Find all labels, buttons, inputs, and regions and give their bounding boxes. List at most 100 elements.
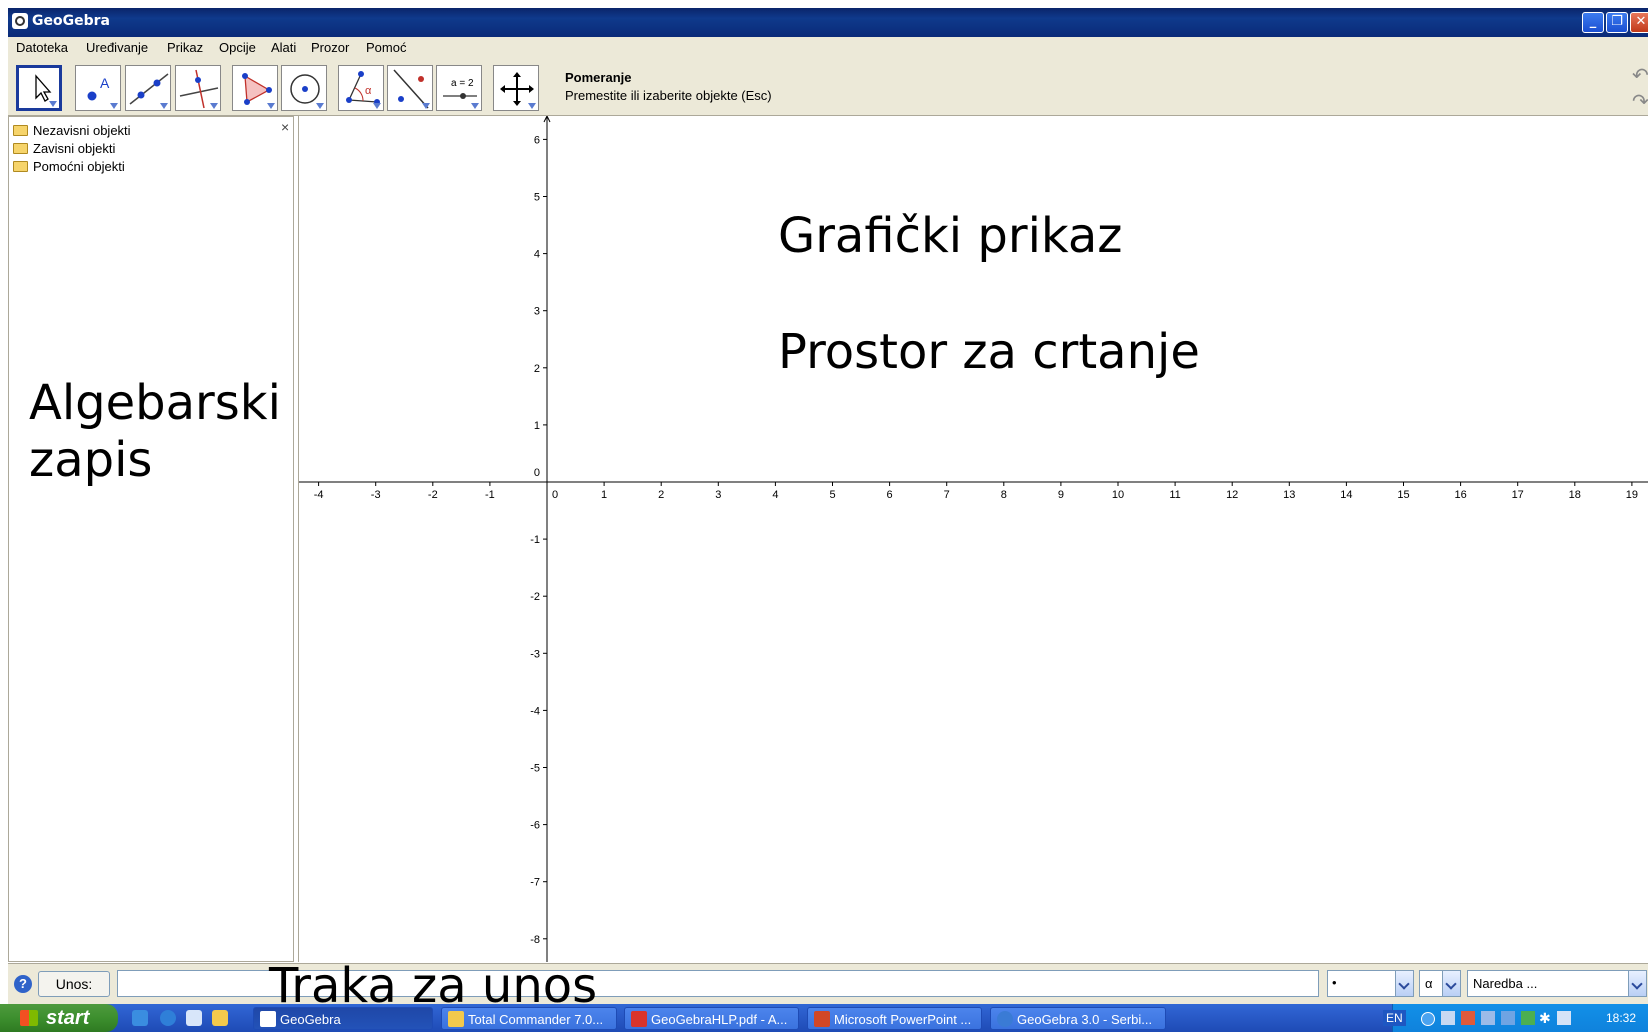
toolbar: A α a = 2 ↶ ↷ bbox=[8, 59, 1648, 116]
menu-datoteka[interactable]: Datoteka bbox=[16, 40, 68, 55]
y-tick-label: 2 bbox=[534, 363, 540, 375]
folder-auxiliary-objects[interactable]: Pomoćni objekti bbox=[13, 159, 125, 174]
help-icon[interactable]: ? bbox=[14, 975, 32, 993]
x-tick-label: 19 bbox=[1626, 489, 1638, 501]
y-tick-label: -1 bbox=[530, 534, 540, 546]
security-icon[interactable] bbox=[1557, 1011, 1571, 1025]
svg-text:α: α bbox=[365, 85, 372, 97]
close-algebra-view-icon[interactable]: × bbox=[281, 119, 289, 135]
internet-explorer-icon[interactable] bbox=[160, 1010, 176, 1026]
menu-alati[interactable]: Alati bbox=[271, 40, 296, 55]
x-tick-label: -3 bbox=[371, 489, 381, 501]
x-tick-label: -2 bbox=[428, 489, 438, 501]
new-point-tool[interactable]: A bbox=[75, 65, 121, 111]
menu-pomoc[interactable]: Pomoć bbox=[366, 40, 406, 55]
svg-text:A: A bbox=[100, 75, 110, 91]
lightning-quicklaunch-icon[interactable] bbox=[212, 1010, 228, 1026]
redo-icon[interactable]: ↷ bbox=[1632, 92, 1648, 112]
slider-tool-label: a = 2 bbox=[451, 78, 474, 89]
menu-prikaz[interactable]: Prikaz bbox=[167, 40, 203, 55]
language-indicator[interactable]: EN bbox=[1383, 1010, 1406, 1026]
network-icon[interactable] bbox=[1441, 1011, 1455, 1025]
menu-uredjivanje[interactable]: Uređivanje bbox=[86, 40, 148, 55]
undo-icon[interactable]: ↶ bbox=[1632, 66, 1648, 86]
x-tick-label: 18 bbox=[1569, 489, 1581, 501]
chevron-down-icon[interactable] bbox=[1628, 971, 1646, 996]
folder-independent-objects[interactable]: Nezavisni objekti bbox=[13, 123, 131, 138]
y-tick-label: 5 bbox=[534, 192, 540, 204]
minimize-button[interactable]: _ bbox=[1582, 12, 1604, 33]
y-tick-label: 6 bbox=[534, 134, 540, 146]
folder-icon bbox=[13, 143, 28, 154]
save-quicklaunch-icon[interactable] bbox=[186, 1010, 202, 1026]
folder-dependent-objects[interactable]: Zavisni objekti bbox=[13, 141, 115, 156]
task-geogebra[interactable]: GeoGebra bbox=[253, 1007, 433, 1030]
monitor-icon[interactable] bbox=[1481, 1011, 1495, 1025]
title-bar: GeoGebra _ ❐ ✕ bbox=[8, 8, 1648, 37]
task-powerpoint[interactable]: Microsoft PowerPoint ... bbox=[807, 1007, 982, 1030]
bluetooth-icon[interactable]: ✱ bbox=[1539, 1010, 1551, 1027]
algebra-view-label: Algebarski zapis bbox=[29, 375, 281, 488]
drawing-area-label: Prostor za crtanje bbox=[778, 324, 1200, 380]
chevron-down-icon[interactable] bbox=[1395, 971, 1413, 996]
close-button[interactable]: ✕ bbox=[1630, 12, 1648, 33]
x-tick-label: 14 bbox=[1340, 489, 1352, 501]
slider-tool[interactable]: a = 2 bbox=[436, 65, 482, 111]
x-tick-label: 0 bbox=[552, 489, 558, 501]
x-tick-label: 3 bbox=[715, 489, 721, 501]
expand-tray-icon[interactable] bbox=[1421, 1012, 1435, 1026]
reflect-tool[interactable] bbox=[387, 65, 433, 111]
move-view-tool[interactable] bbox=[493, 65, 539, 111]
polygon-tool[interactable] bbox=[232, 65, 278, 111]
x-tick-label: 6 bbox=[887, 489, 893, 501]
windows-logo-icon bbox=[20, 1010, 38, 1026]
perpendicular-line-tool[interactable] bbox=[175, 65, 221, 111]
x-tick-label: 5 bbox=[829, 489, 835, 501]
clock: 18:32 bbox=[1606, 1011, 1637, 1025]
total-commander-icon bbox=[448, 1011, 464, 1027]
y-tick-label: 4 bbox=[534, 249, 540, 261]
x-tick-label: 12 bbox=[1226, 489, 1238, 501]
angle-tool[interactable]: α bbox=[338, 65, 384, 111]
command-combo[interactable]: Naredba ... bbox=[1467, 970, 1647, 997]
symbol-combo[interactable]: • bbox=[1327, 970, 1414, 997]
y-tick-label: -7 bbox=[530, 877, 540, 889]
x-tick-label: 7 bbox=[944, 489, 950, 501]
greek-letter-combo[interactable]: α bbox=[1419, 970, 1461, 997]
geogebra-app-icon bbox=[12, 13, 28, 29]
y-tick-label: -3 bbox=[530, 648, 540, 660]
menu-prozor[interactable]: Prozor bbox=[311, 40, 349, 55]
circle-tool[interactable] bbox=[281, 65, 327, 111]
x-tick-label: 10 bbox=[1112, 489, 1124, 501]
y-tick-label: -4 bbox=[530, 705, 540, 717]
y-tick-label: 0 bbox=[534, 467, 540, 479]
menu-opcije[interactable]: Opcije bbox=[219, 40, 256, 55]
x-tick-label: 4 bbox=[772, 489, 778, 501]
restore-button[interactable]: ❐ bbox=[1606, 12, 1628, 33]
folder-icon bbox=[13, 161, 28, 172]
start-button[interactable]: start bbox=[0, 1004, 118, 1032]
y-tick-label: -6 bbox=[530, 820, 540, 832]
line-tool[interactable] bbox=[125, 65, 171, 111]
x-tick-label: -4 bbox=[314, 489, 324, 501]
task-total-commander[interactable]: Total Commander 7.0... bbox=[441, 1007, 617, 1030]
internet-explorer-icon bbox=[997, 1011, 1013, 1027]
speaker-icon[interactable] bbox=[1461, 1011, 1475, 1025]
folder-icon bbox=[13, 125, 28, 136]
task-pdf-reader[interactable]: GeoGebraHLP.pdf - A... bbox=[624, 1007, 799, 1030]
y-tick-label: -5 bbox=[530, 763, 540, 775]
x-tick-label: 9 bbox=[1058, 489, 1064, 501]
algebra-view[interactable]: Nezavisni objekti Zavisni objekti Pomoćn… bbox=[8, 116, 294, 962]
desktop-quicklaunch-icon[interactable] bbox=[132, 1010, 148, 1026]
move-tool[interactable] bbox=[16, 65, 62, 111]
chevron-down-icon[interactable] bbox=[1442, 971, 1460, 996]
menu-bar: Datoteka Uređivanje Prikaz Opcije Alati … bbox=[8, 37, 1648, 59]
x-tick-label: 16 bbox=[1454, 489, 1466, 501]
status-icon[interactable] bbox=[1521, 1011, 1535, 1025]
monitor-icon-2[interactable] bbox=[1501, 1011, 1515, 1025]
y-tick-label: 3 bbox=[534, 306, 540, 318]
task-browser[interactable]: GeoGebra 3.0 - Serbi... bbox=[990, 1007, 1166, 1030]
input-button[interactable]: Unos: bbox=[38, 971, 110, 997]
x-tick-label: -1 bbox=[485, 489, 495, 501]
geogebra-icon bbox=[260, 1011, 276, 1027]
